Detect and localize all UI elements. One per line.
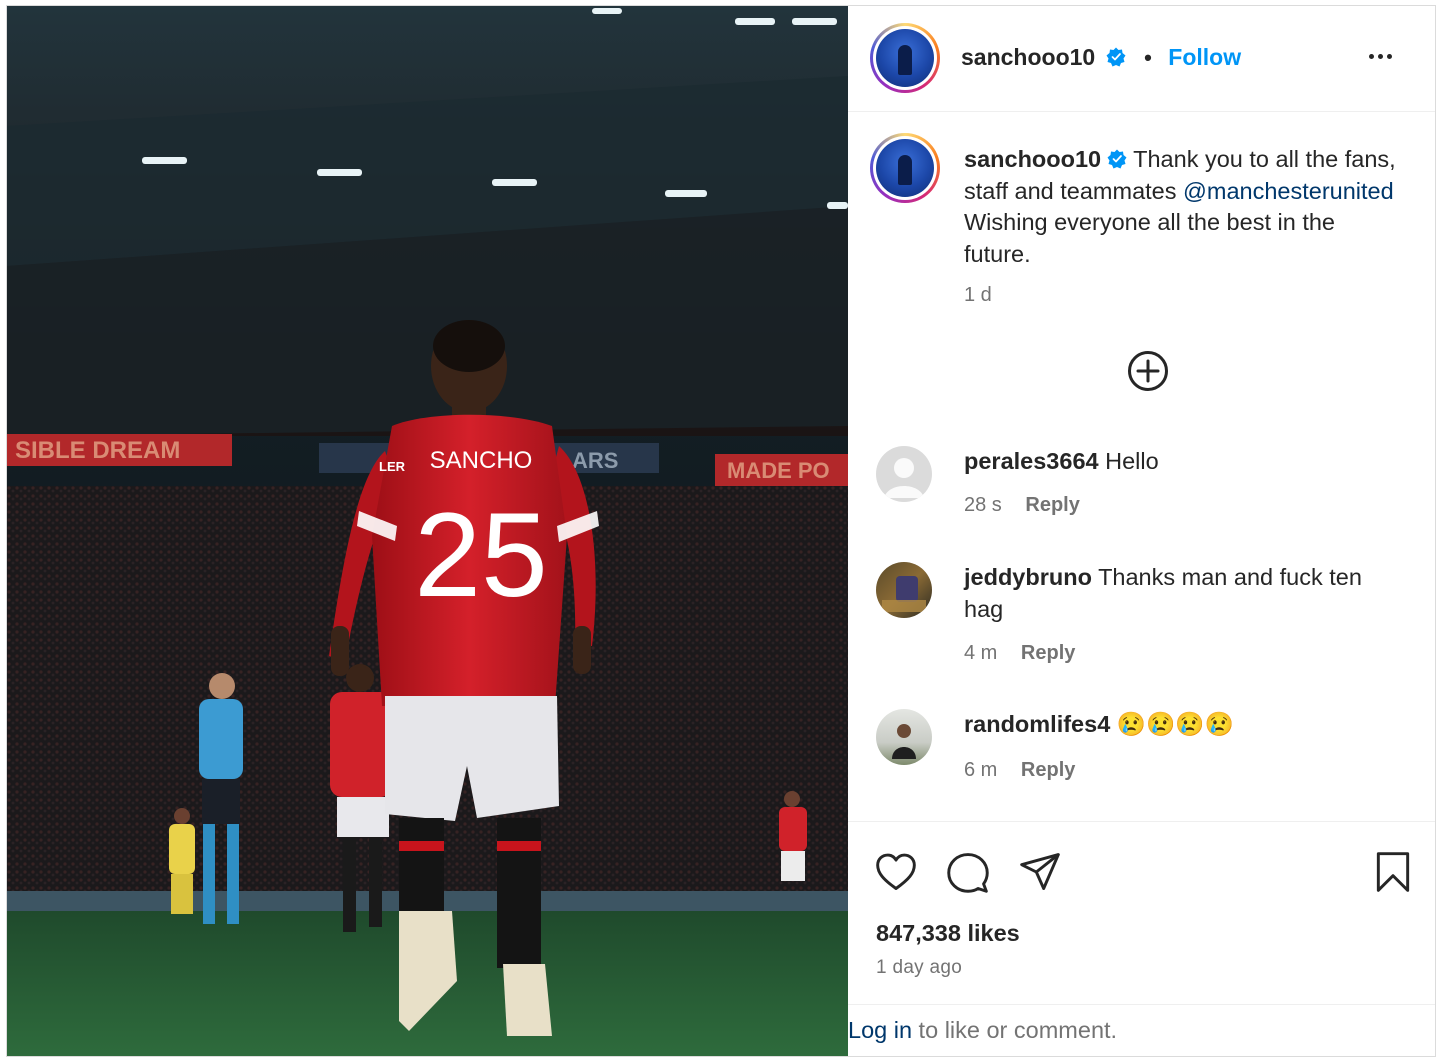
comment-body: 😢😢😢😢	[1116, 711, 1234, 737]
stadium-light	[317, 169, 362, 176]
comment-text: jeddybruno Thanks man and fuck ten hag	[964, 562, 1404, 625]
caption-text: sanchooo10 Thank you to all the fans, st…	[964, 144, 1404, 312]
user-photo-avatar[interactable]	[876, 709, 932, 765]
stadium-scene: SIBLE DREAM ARS MADE PO SANCHO 25 LER	[7, 6, 848, 1056]
share-icon[interactable]	[1018, 850, 1062, 894]
author-username[interactable]: sanchooo10	[961, 44, 1095, 70]
default-avatar-icon[interactable]	[876, 446, 932, 502]
follow-button[interactable]: Follow	[1168, 44, 1241, 70]
heart-icon[interactable]	[874, 850, 918, 894]
login-prompt-text: to like or comment.	[912, 1017, 1118, 1043]
sleeve-sponsor: LER	[379, 459, 406, 474]
verified-badge-icon	[1106, 47, 1126, 67]
header-user-line: sanchooo10 • Follow	[961, 44, 1241, 71]
comment-time: 4 m	[964, 642, 998, 664]
caption-author-avatar[interactable]	[870, 133, 940, 203]
likes-count[interactable]: 847,338 likes	[876, 920, 1020, 947]
comment-meta: 6 m Reply	[964, 759, 1075, 782]
banner-text-mid: ARS	[572, 448, 618, 473]
stadium-light	[142, 157, 187, 164]
caption-time: 1 d	[964, 284, 992, 306]
verified-badge-icon	[1107, 149, 1127, 169]
reply-button[interactable]: Reply	[1021, 759, 1075, 781]
post-timestamp: 1 day ago	[876, 957, 963, 978]
more-options-icon[interactable]	[1367, 46, 1401, 70]
comment-text: perales3664 Hello	[964, 446, 1404, 478]
comment-username[interactable]: jeddybruno	[964, 564, 1092, 590]
stadium-light	[592, 8, 622, 14]
comment-time: 28 s	[964, 494, 1002, 516]
separator-dot: •	[1144, 45, 1152, 70]
banner-text-left: SIBLE DREAM	[15, 437, 180, 464]
stadium-light	[792, 18, 837, 25]
caption-mention-link[interactable]: @manchesterunited	[1183, 178, 1394, 204]
comment-text: randomlifes4 😢😢😢😢	[964, 709, 1404, 741]
comment-icon[interactable]	[946, 850, 990, 894]
comment-username[interactable]: randomlifes4	[964, 711, 1110, 737]
post-side-panel: sanchooo10 • Follow sanchooo10 Thank you…	[848, 6, 1435, 1056]
stadium-light	[827, 202, 848, 209]
profile-avatar-icon	[876, 139, 934, 197]
comment-meta: 28 s Reply	[964, 494, 1080, 517]
post-container: SIBLE DREAM ARS MADE PO SANCHO 25 LER sa…	[6, 5, 1436, 1057]
user-photo-avatar[interactable]	[876, 562, 932, 618]
caption-body-2: Wishing everyone all the best in the fut…	[964, 209, 1335, 267]
reply-button[interactable]: Reply	[1025, 494, 1079, 516]
banner-text-right: MADE PO	[727, 458, 830, 483]
login-link[interactable]: Log in	[848, 1017, 912, 1043]
jersey-name: SANCHO	[430, 447, 533, 474]
bookmark-icon[interactable]	[1371, 850, 1415, 894]
jersey-number: 25	[414, 488, 547, 622]
comment-time: 6 m	[964, 759, 998, 781]
profile-avatar-icon	[876, 29, 934, 87]
caption-username[interactable]: sanchooo10	[964, 146, 1101, 172]
post-actions: 847,338 likes 1 day ago Log in to like o…	[848, 821, 1435, 1057]
post-header: sanchooo10 • Follow	[848, 6, 1435, 112]
reply-button[interactable]: Reply	[1021, 642, 1075, 664]
comment-body: Hello	[1105, 448, 1159, 474]
comment-username[interactable]: perales3664	[964, 448, 1099, 474]
comment-meta: 4 m Reply	[964, 642, 1075, 665]
stadium-light	[735, 18, 775, 25]
author-avatar[interactable]	[870, 23, 940, 93]
login-prompt: Log in to like or comment.	[848, 1004, 1435, 1058]
stadium-light	[665, 190, 707, 197]
post-photo[interactable]: SIBLE DREAM ARS MADE PO SANCHO 25 LER	[7, 6, 848, 1056]
plus-circle-icon[interactable]	[1127, 350, 1169, 392]
stadium-light	[492, 179, 537, 186]
